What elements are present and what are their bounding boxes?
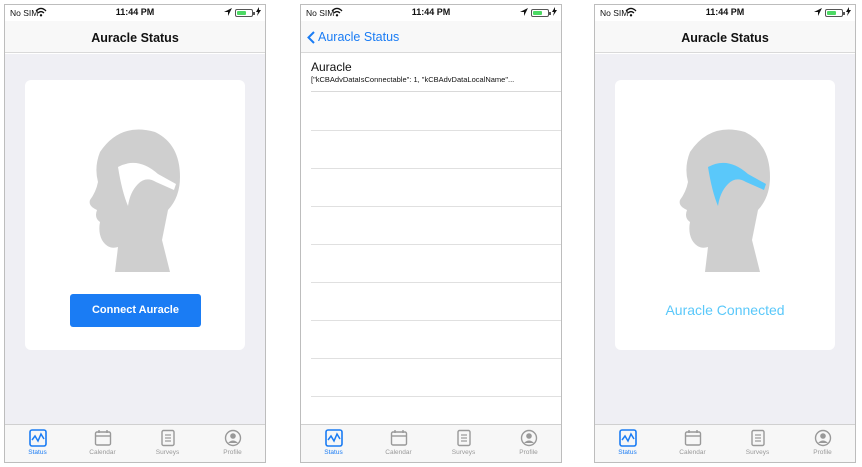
tab-profile[interactable]: Profile <box>790 425 855 462</box>
list-separator <box>311 168 561 169</box>
tab-label: Profile <box>223 449 242 456</box>
tab-profile[interactable]: Profile <box>200 425 265 462</box>
calendar-icon <box>390 430 407 446</box>
tab-label: Profile <box>519 449 538 456</box>
tab-label: Status <box>618 449 637 456</box>
navigation-bar: Auracle Status <box>595 21 855 53</box>
location-icon <box>520 7 528 18</box>
tab-label: Surveys <box>451 449 476 456</box>
battery-icon <box>531 8 551 17</box>
calendar-icon <box>94 430 111 446</box>
chevron-left-icon <box>307 30 315 44</box>
tab-bar: Status Calendar Surveys Profile <box>301 424 561 462</box>
profile-icon <box>814 429 831 447</box>
tab-status[interactable]: Status <box>301 425 366 462</box>
tab-label: Calendar <box>89 449 116 456</box>
device-advertisement-data: ["kCBAdvDataIsConnectable": 1, "kCBAdvDa… <box>311 75 515 84</box>
list-separator <box>311 244 561 245</box>
status-bar: No SIM 11:44 PM <box>595 5 855 21</box>
tab-label: Calendar <box>679 449 706 456</box>
tab-label: Surveys <box>745 449 770 456</box>
profile-icon <box>520 429 537 447</box>
list-separator <box>311 320 561 321</box>
location-icon <box>224 7 232 18</box>
charging-icon <box>846 7 851 18</box>
head-silhouette-icon <box>89 129 180 272</box>
device-name: Auracle <box>311 60 352 74</box>
tab-calendar[interactable]: Calendar <box>366 425 431 462</box>
tab-label: Surveys <box>155 449 180 456</box>
list-separator <box>311 206 561 207</box>
list-item[interactable]: Auracle ["kCBAdvDataIsConnectable": 1, "… <box>311 60 561 92</box>
back-label: Auracle Status <box>318 30 400 44</box>
status-icon <box>324 429 343 447</box>
tab-status[interactable]: Status <box>595 425 660 462</box>
device-list: Auracle ["kCBAdvDataIsConnectable": 1, "… <box>301 54 561 424</box>
connection-status-label: Auracle Connected <box>665 302 785 318</box>
status-content: Auracle Connected <box>595 54 855 424</box>
screen-disconnected: No SIM 11:44 PM Auracle Status Connect A… <box>4 4 266 463</box>
tab-surveys[interactable]: Surveys <box>431 425 496 462</box>
tab-label: Status <box>28 449 47 456</box>
tab-surveys[interactable]: Surveys <box>135 425 200 462</box>
status-icon <box>618 429 637 447</box>
tab-bar: Status Calendar Surveys Profile <box>595 424 855 462</box>
list-separator <box>311 282 561 283</box>
tab-label: Status <box>324 449 343 456</box>
screen-device-list: No SIM 11:44 PM Auracle Status Auracle [… <box>300 4 562 463</box>
tab-surveys[interactable]: Surveys <box>725 425 790 462</box>
tab-calendar[interactable]: Calendar <box>660 425 725 462</box>
surveys-icon <box>160 429 175 447</box>
list-separator <box>311 358 561 359</box>
status-content: Connect Auracle <box>5 54 265 424</box>
page-title: Auracle Status <box>91 31 179 45</box>
list-separator <box>311 130 561 131</box>
calendar-icon <box>684 430 701 446</box>
device-card: Auracle Connected <box>615 80 835 350</box>
device-card: Connect Auracle <box>25 80 245 350</box>
navigation-bar: Auracle Status <box>5 21 265 53</box>
surveys-icon <box>456 429 471 447</box>
navigation-bar: Auracle Status <box>301 21 561 53</box>
charging-icon <box>552 7 557 18</box>
tab-label: Calendar <box>385 449 412 456</box>
surveys-icon <box>750 429 765 447</box>
battery-icon <box>235 8 255 17</box>
status-icon <box>28 429 47 447</box>
status-bar: No SIM 11:44 PM <box>5 5 265 21</box>
charging-icon <box>256 7 261 18</box>
battery-icon <box>825 8 845 17</box>
connect-auracle-button[interactable]: Connect Auracle <box>70 294 201 327</box>
tab-calendar[interactable]: Calendar <box>70 425 135 462</box>
head-silhouette-connected-icon <box>679 129 770 272</box>
screen-connected: No SIM 11:44 PM Auracle Status Auracle C… <box>594 4 856 463</box>
tab-status[interactable]: Status <box>5 425 70 462</box>
tab-label: Profile <box>813 449 832 456</box>
back-button[interactable]: Auracle Status <box>307 30 399 44</box>
tab-profile[interactable]: Profile <box>496 425 561 462</box>
list-separator <box>311 396 561 397</box>
location-icon <box>814 7 822 18</box>
tab-bar: Status Calendar Surveys Profile <box>5 424 265 462</box>
status-bar: No SIM 11:44 PM <box>301 5 561 21</box>
profile-icon <box>224 429 241 447</box>
page-title: Auracle Status <box>681 31 769 45</box>
